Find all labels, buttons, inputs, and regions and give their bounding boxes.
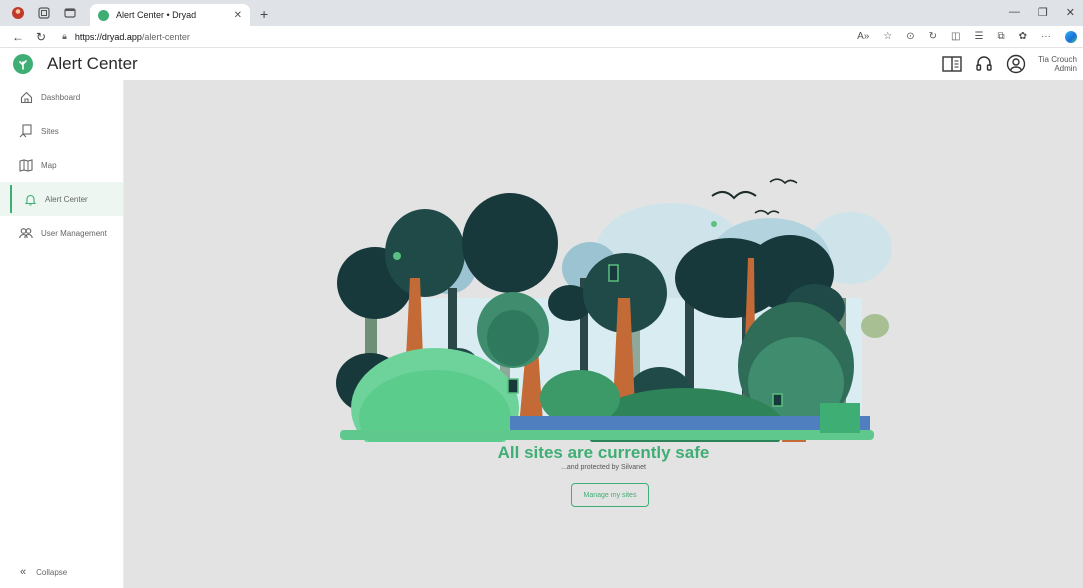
address-bar: ← ↻ 🔒︎ https://dryad.app/alert-center A»… (0, 26, 1083, 48)
profile-icon[interactable] (10, 5, 26, 21)
map-icon (19, 158, 33, 172)
sidebar-item-label: Sites (41, 126, 59, 136)
more-menu-icon[interactable]: ··· (1041, 31, 1051, 42)
new-tab-icon[interactable]: + (260, 6, 268, 22)
refresh-page-icon[interactable]: ↻ (929, 31, 937, 42)
bell-icon (23, 192, 37, 206)
user-info[interactable]: Tia Crouch Admin (1038, 55, 1077, 73)
sidebar-item-label: Map (41, 160, 57, 170)
docs-book-icon[interactable] (940, 52, 964, 76)
collapse-label: Collapse (36, 567, 68, 577)
url-path: /alert-center (141, 31, 190, 42)
user-avatar-icon[interactable] (1004, 52, 1028, 76)
sidebar-item-alert-center[interactable]: Alert Center (0, 182, 123, 216)
tab-title: Alert Center • Dryad (116, 10, 197, 20)
sidebar-item-sites[interactable]: Sites (0, 114, 123, 148)
sidebar-item-label: Alert Center (45, 194, 88, 204)
browser-tab[interactable]: Alert Center • Dryad ✕ (90, 4, 250, 26)
header-actions: Tia Crouch Admin (940, 52, 1077, 76)
url-host: https://dryad.app (74, 31, 142, 42)
user-name: Tia Crouch (1038, 55, 1077, 64)
edge-icon[interactable] (1065, 30, 1077, 43)
refresh-icon[interactable]: ↻ (36, 30, 46, 44)
main-content: All sites are currently safe ...and prot… (124, 80, 1083, 588)
browser-toolbar: A» ☆ ⊙ ↻ ◫ ☰ ⧉ ✿ ··· (857, 30, 1077, 43)
sites-icon (19, 124, 33, 138)
split-screen-icon[interactable]: ◫ (951, 31, 960, 42)
favorite-star-icon[interactable]: ☆ (883, 31, 892, 42)
sidebar-item-map[interactable]: Map (0, 148, 123, 182)
workspaces-icon[interactable] (36, 5, 52, 21)
url-field[interactable]: 🔒︎ https://dryad.app/alert-center (62, 31, 857, 42)
dryad-favicon-icon (98, 9, 109, 21)
sidebar-item-dashboard[interactable]: Dashboard (0, 80, 123, 114)
extension-icon[interactable]: ⊙ (906, 31, 914, 42)
sidebar: Dashboard Sites Map Alert Center User Ma… (0, 80, 124, 588)
window-controls: — ❐ ✕ (1009, 6, 1075, 19)
close-tab-icon[interactable]: ✕ (234, 10, 242, 21)
lock-icon: 🔒︎ (62, 31, 67, 41)
forest-illustration (336, 178, 892, 442)
copilot-icon[interactable]: ✿ (1019, 31, 1027, 42)
sidebar-item-label: User Management (41, 228, 107, 238)
status-subtitle: ...and protected by Silvanet (561, 464, 646, 471)
dryad-logo-icon[interactable] (13, 54, 33, 74)
sidebar-item-user-management[interactable]: User Management (0, 216, 123, 250)
browser-tab-bar: Alert Center • Dryad ✕ + — ❐ ✕ (0, 0, 1083, 26)
app-header: Alert Center Tia Crouch Admin (0, 48, 1083, 80)
users-icon (19, 226, 33, 240)
manage-sites-button[interactable]: Manage my sites (571, 483, 649, 507)
minimize-icon[interactable]: — (1009, 6, 1020, 19)
tab-actions-icon[interactable] (62, 5, 78, 21)
support-headset-icon[interactable] (972, 52, 996, 76)
status-title: All sites are currently safe (497, 443, 710, 462)
restore-icon[interactable]: ❐ (1038, 6, 1048, 19)
collapse-button[interactable]: « Collapse (20, 566, 67, 578)
collections-icon[interactable]: ⧉ (997, 31, 1004, 42)
page-title: Alert Center (47, 54, 138, 73)
user-role: Admin (1054, 64, 1077, 73)
favorites-icon[interactable]: ☰ (975, 31, 984, 42)
sidebar-item-label: Dashboard (41, 92, 81, 102)
read-aloud-icon[interactable]: A» (857, 31, 869, 42)
home-icon (19, 90, 33, 104)
double-chevron-left-icon: « (20, 566, 27, 578)
back-icon[interactable]: ← (12, 30, 24, 44)
close-window-icon[interactable]: ✕ (1066, 6, 1075, 19)
